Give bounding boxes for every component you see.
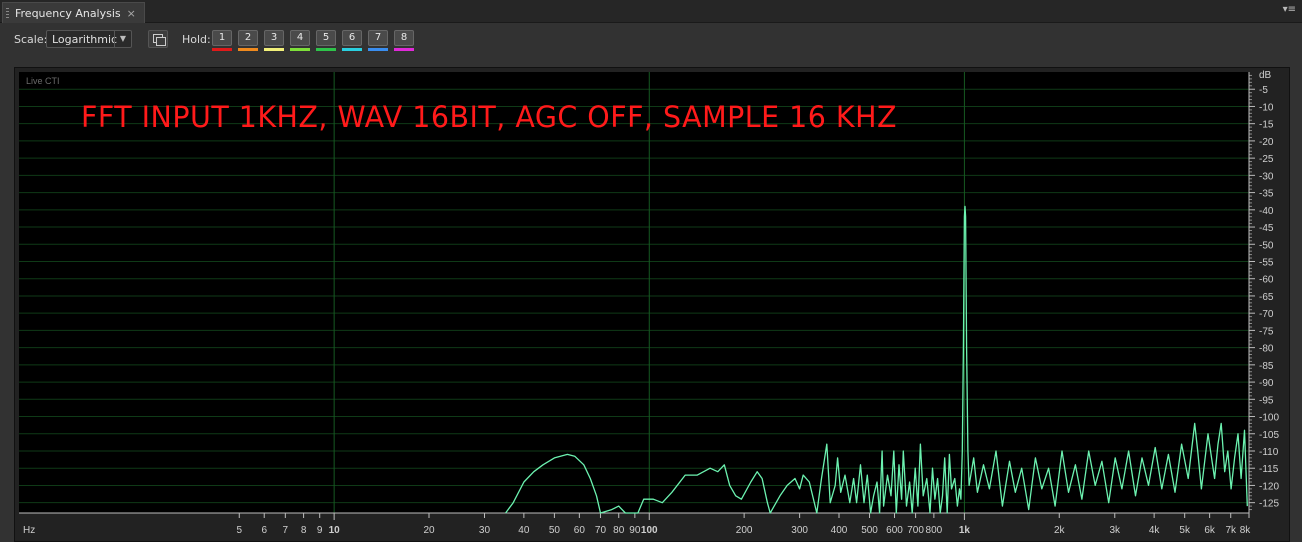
y-tick-label: -110: [1259, 447, 1279, 458]
x-tick-label: 500: [861, 525, 878, 536]
x-tick-label: 100: [641, 525, 658, 536]
x-tick-label: 7: [283, 525, 289, 536]
x-tick-label: 5: [236, 525, 242, 536]
hold-button-6[interactable]: 6: [342, 30, 362, 46]
y-tick-label: -35: [1259, 189, 1274, 200]
y-tick-label: -25: [1259, 154, 1274, 165]
y-tick-label: -55: [1259, 257, 1274, 268]
y-tick-label: -75: [1259, 326, 1274, 337]
hold-button-8[interactable]: 8: [394, 30, 414, 46]
hold-color-swatch-8: [394, 48, 414, 51]
x-tick-label: 30: [479, 525, 491, 536]
scale-dropdown[interactable]: Logarithmic ▼: [46, 30, 132, 48]
tab-frequency-analysis[interactable]: Frequency Analysis ×: [2, 2, 145, 23]
hold-label: Hold:: [182, 33, 211, 46]
x-tick-label: 60: [574, 525, 586, 536]
y-tick-label: -85: [1259, 361, 1274, 372]
x-tick-label: 7k: [1225, 525, 1237, 536]
close-icon[interactable]: ×: [127, 7, 136, 20]
x-tick-label: 1k: [959, 525, 971, 536]
y-tick-label: -120: [1259, 481, 1279, 492]
y-tick-label: -100: [1259, 413, 1279, 424]
x-unit-label: Hz: [23, 525, 35, 536]
tab-title: Frequency Analysis: [15, 6, 121, 20]
y-tick-label: -95: [1259, 395, 1274, 406]
x-tick-label: 400: [831, 525, 848, 536]
x-tick-label: 8k: [1240, 525, 1252, 536]
hold-button-7[interactable]: 7: [368, 30, 388, 46]
plot-background: [19, 72, 1249, 513]
x-tick-label: 4k: [1149, 525, 1161, 536]
spectrum-chart: -5 -10 -15 -20 -25 -30 -35 -40 -45 -50 -55 -60 -65 -7…: [19, 70, 1279, 536]
y-tick-label: -15: [1259, 120, 1274, 131]
y-tick-label: -50: [1259, 240, 1274, 251]
hold-button-5[interactable]: 5: [316, 30, 336, 46]
y-tick-label: -90: [1259, 378, 1274, 389]
x-tick-label: 8: [301, 525, 307, 536]
hold-color-swatch-5: [316, 48, 336, 51]
x-tick-label: 9: [317, 525, 323, 536]
toolbar: Scale: Logarithmic ▼ Hold: 12345678: [0, 22, 1302, 60]
x-tick-label: 5k: [1179, 525, 1191, 536]
y-tick-label: -30: [1259, 171, 1274, 182]
x-tick-label: 40: [518, 525, 530, 536]
x-tick-label: 800: [926, 525, 943, 536]
copy-to-clipboard-button[interactable]: [148, 30, 168, 48]
y-tick-label: -80: [1259, 344, 1274, 355]
x-tick-label: 90: [629, 525, 641, 536]
hold-button-1[interactable]: 1: [212, 30, 232, 46]
y-tick-label: -115: [1259, 464, 1279, 475]
x-tick-label: 10: [329, 525, 341, 536]
y-tick-label: -105: [1259, 430, 1279, 441]
x-tick-label: 600: [886, 525, 903, 536]
x-tick-label: 50: [549, 525, 561, 536]
x-tick-label: 3k: [1109, 525, 1121, 536]
scale-label: Scale:: [14, 33, 48, 46]
frequency-plot: -5 -10 -15 -20 -25 -30 -35 -40 -45 -50 -55 -60 -65 -7…: [14, 67, 1290, 542]
y-tick-label: -5: [1259, 85, 1268, 96]
x-tick-label: 80: [613, 525, 625, 536]
x-tick-label: 300: [791, 525, 808, 536]
y-tick-label: -60: [1259, 275, 1274, 286]
hold-color-swatch-6: [342, 48, 362, 51]
hold-color-swatch-3: [264, 48, 284, 51]
annotation-text: FFT INPUT 1KHZ, WAV 16BIT, AGC OFF, SAMP…: [81, 100, 897, 134]
chevron-down-icon: ▼: [114, 31, 131, 47]
hold-color-swatch-2: [238, 48, 258, 51]
x-tick-label: 70: [595, 525, 607, 536]
y-tick-label: -45: [1259, 223, 1274, 234]
y-tick-label: -125: [1259, 499, 1279, 510]
live-cti-label: Live CTI: [26, 76, 60, 86]
hold-color-swatch-4: [290, 48, 310, 51]
y-tick-label: -65: [1259, 292, 1274, 303]
x-tick-label: 700: [907, 525, 924, 536]
x-tick-label: 200: [736, 525, 753, 536]
hold-color-swatch-7: [368, 48, 388, 51]
drag-grip-icon[interactable]: [6, 8, 9, 18]
y-tick-label: -10: [1259, 102, 1274, 113]
panel-tab-bar: Frequency Analysis × ▾≡: [0, 0, 1302, 23]
y-tick-label: -20: [1259, 137, 1274, 148]
hold-button-4[interactable]: 4: [290, 30, 310, 46]
hold-color-swatch-1: [212, 48, 232, 51]
x-tick-label: 20: [423, 525, 435, 536]
scale-value: Logarithmic: [52, 33, 118, 46]
y-unit-label: dB: [1259, 70, 1272, 81]
x-tick-label: 6k: [1204, 525, 1216, 536]
x-tick-label: 6: [261, 525, 267, 536]
panel-menu-icon[interactable]: ▾≡: [1283, 4, 1296, 15]
y-tick-label: -70: [1259, 309, 1274, 320]
y-tick-label: -40: [1259, 206, 1274, 217]
hold-button-3[interactable]: 3: [264, 30, 284, 46]
copy-icon-front: [156, 37, 166, 46]
hold-button-2[interactable]: 2: [238, 30, 258, 46]
x-tick-label: 2k: [1054, 525, 1066, 536]
